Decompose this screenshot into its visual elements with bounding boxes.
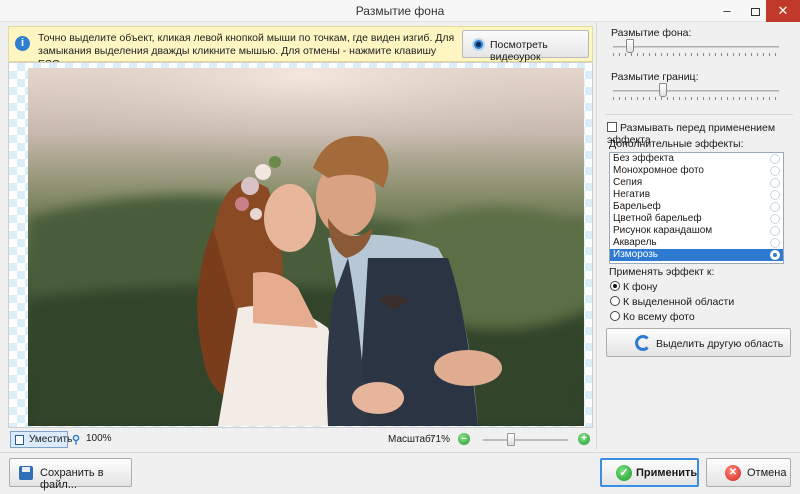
info-icon: i [15, 36, 30, 51]
refresh-icon [635, 335, 651, 351]
apply-to-option-label: К выделенной области [623, 296, 735, 308]
save-to-file-label: Сохранить в файл... [40, 467, 104, 491]
apply-button[interactable]: ✓ Применить [600, 458, 699, 487]
background-blur-thumb[interactable] [625, 39, 634, 53]
close-button[interactable]: ✕ [766, 0, 800, 22]
actual-size-label: 100% [86, 433, 112, 444]
background-blur-track[interactable] [613, 46, 779, 48]
apply-label: Применить [636, 467, 698, 479]
checkmark-icon: ✓ [616, 465, 632, 481]
effects-list[interactable]: Без эффекта Монохромное фото Сепия Негатив Б… [609, 152, 784, 264]
effect-radio[interactable] [770, 190, 780, 200]
checkbox-box[interactable] [607, 122, 617, 132]
cancel-button[interactable]: ✕ Отмена [706, 458, 791, 487]
radio-button[interactable] [610, 296, 620, 306]
effect-item[interactable]: Сепия [610, 177, 783, 189]
settings-panel: Размытие фона: Размытие границ: Размыват… [596, 22, 800, 450]
window-title: Размытие фона [355, 4, 445, 18]
effect-label: Без эффекта [613, 153, 674, 164]
apply-to-option[interactable]: К фону [610, 281, 658, 293]
effect-label: Монохромное фото [613, 165, 704, 176]
effect-label: Изморозь [613, 249, 659, 260]
magnifier-icon: ⚲ [72, 434, 81, 446]
status-bar: Уместить ⚲ 100% Масштаб: 71% – + [8, 430, 593, 450]
effect-radio[interactable] [770, 214, 780, 224]
effect-item[interactable]: Цветной барельеф [610, 213, 783, 225]
maximize-icon [750, 7, 760, 16]
apply-to-option[interactable]: К выделенной области [610, 296, 734, 308]
effect-radio[interactable] [770, 238, 780, 248]
effect-radio[interactable] [770, 166, 780, 176]
effect-radio[interactable] [770, 154, 780, 164]
effect-radio[interactable] [770, 226, 780, 236]
effect-item[interactable]: Изморозь [610, 249, 783, 261]
effect-item[interactable]: Монохромное фото [610, 165, 783, 177]
save-to-file-button[interactable]: Сохранить в файл... [9, 458, 132, 491]
zoom-in-button[interactable]: + [578, 433, 590, 445]
effect-label: Акварель [613, 237, 657, 248]
edge-blur-ticks [613, 97, 779, 100]
bottom-bar: Сохранить в файл... ✓ Применить ✕ Отмена [0, 452, 800, 494]
title-bar: Размытие фона – ✕ [0, 0, 800, 22]
edge-blur-track[interactable] [613, 90, 779, 92]
apply-to-option-label: Ко всему фото [623, 311, 695, 323]
fit-icon [15, 435, 24, 445]
photo-canvas[interactable] [8, 62, 593, 428]
photo-illustration [28, 68, 584, 426]
photo-preview[interactable] [28, 68, 584, 426]
effect-radio[interactable] [770, 202, 780, 212]
effect-label: Негатив [613, 189, 651, 200]
edge-blur-label: Размытие границ: [611, 71, 699, 83]
effect-label: Барельеф [613, 201, 661, 212]
effect-item[interactable]: Негатив [610, 189, 783, 201]
effect-label: Рисунок карандашом [613, 225, 713, 236]
cancel-label: Отмена [747, 467, 787, 479]
select-other-area-button[interactable]: Выделить другую область [606, 328, 791, 357]
effect-radio[interactable] [770, 250, 780, 260]
apply-to-option-label: К фону [623, 281, 658, 293]
watch-video-button[interactable]: Посмотреть видеоурок [462, 30, 589, 63]
apply-to-option[interactable]: Ко всему фото [610, 311, 695, 323]
scale-label: Масштаб: [388, 434, 434, 445]
divider [605, 114, 793, 115]
select-other-area-label: Выделить другую область [656, 338, 784, 350]
hint-bar: i Точно выделите объект, кликая левой кн… [8, 26, 593, 70]
effect-label: Сепия [613, 177, 643, 188]
zoom-out-button[interactable]: – [458, 433, 470, 445]
webcam-icon [472, 38, 485, 51]
effect-item[interactable]: Барельеф [610, 201, 783, 213]
effect-item[interactable]: Без эффекта [610, 153, 783, 165]
cancel-icon: ✕ [725, 465, 741, 481]
zoom-slider-thumb[interactable] [507, 433, 516, 446]
zoom-slider-track[interactable] [483, 439, 568, 441]
effect-item[interactable]: Рисунок карандашом [610, 225, 783, 237]
floppy-disk-icon [19, 466, 33, 480]
fit-label: Уместить [29, 434, 73, 445]
apply-effect-to-label: Применять эффект к: [609, 266, 715, 278]
background-blur-ticks [613, 53, 779, 56]
actual-size-button[interactable]: ⚲ 100% [72, 433, 112, 446]
watch-video-label: Посмотреть видеоурок [490, 39, 548, 63]
effect-label: Цветной барельеф [613, 213, 702, 224]
fit-button[interactable]: Уместить [10, 431, 72, 448]
edge-blur-thumb[interactable] [658, 83, 667, 97]
background-blur-label: Размытие фона: [611, 27, 692, 39]
effect-radio[interactable] [770, 178, 780, 188]
minimize-button[interactable]: – [712, 0, 742, 22]
extra-effects-label: Дополнительные эффекты: [609, 138, 744, 150]
effect-item[interactable]: Акварель [610, 237, 783, 249]
radio-button[interactable] [610, 281, 620, 291]
scale-value: 71% [430, 434, 451, 445]
radio-button[interactable] [610, 311, 620, 321]
